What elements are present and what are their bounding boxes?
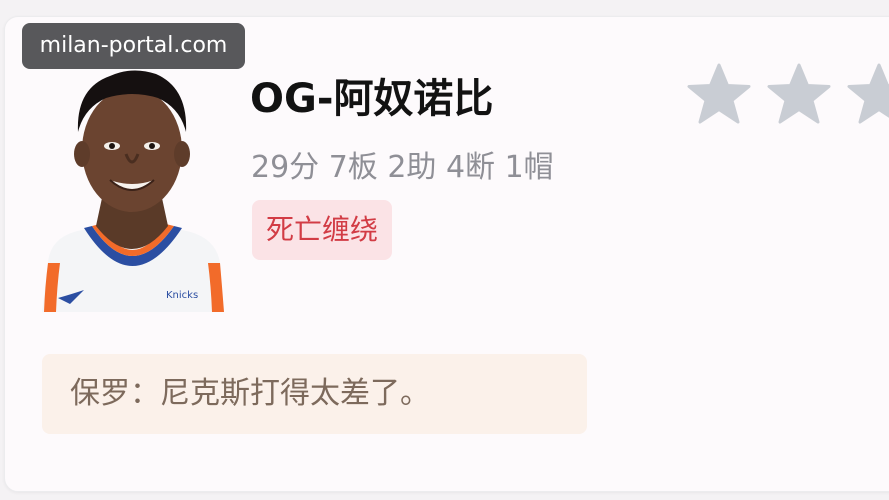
- watermark-text: milan-portal.com: [39, 33, 228, 58]
- star-icon[interactable]: [846, 62, 889, 126]
- player-name: OG-阿奴诺比: [250, 76, 494, 122]
- player-stats: 29分 7板 2助 4断 1帽: [251, 150, 554, 185]
- site-watermark: milan-portal.com: [22, 23, 245, 69]
- star-icon[interactable]: [766, 62, 832, 126]
- comment-quote: 保罗：尼克斯打得太差了。: [42, 354, 587, 434]
- player-avatar: Knicks: [40, 58, 224, 312]
- star-icon[interactable]: [686, 62, 752, 126]
- star-rating[interactable]: [686, 62, 889, 128]
- player-photo: Knicks: [42, 70, 224, 312]
- jersey-text: Knicks: [166, 290, 198, 301]
- player-tag-badge: 死亡缠绕: [252, 200, 393, 260]
